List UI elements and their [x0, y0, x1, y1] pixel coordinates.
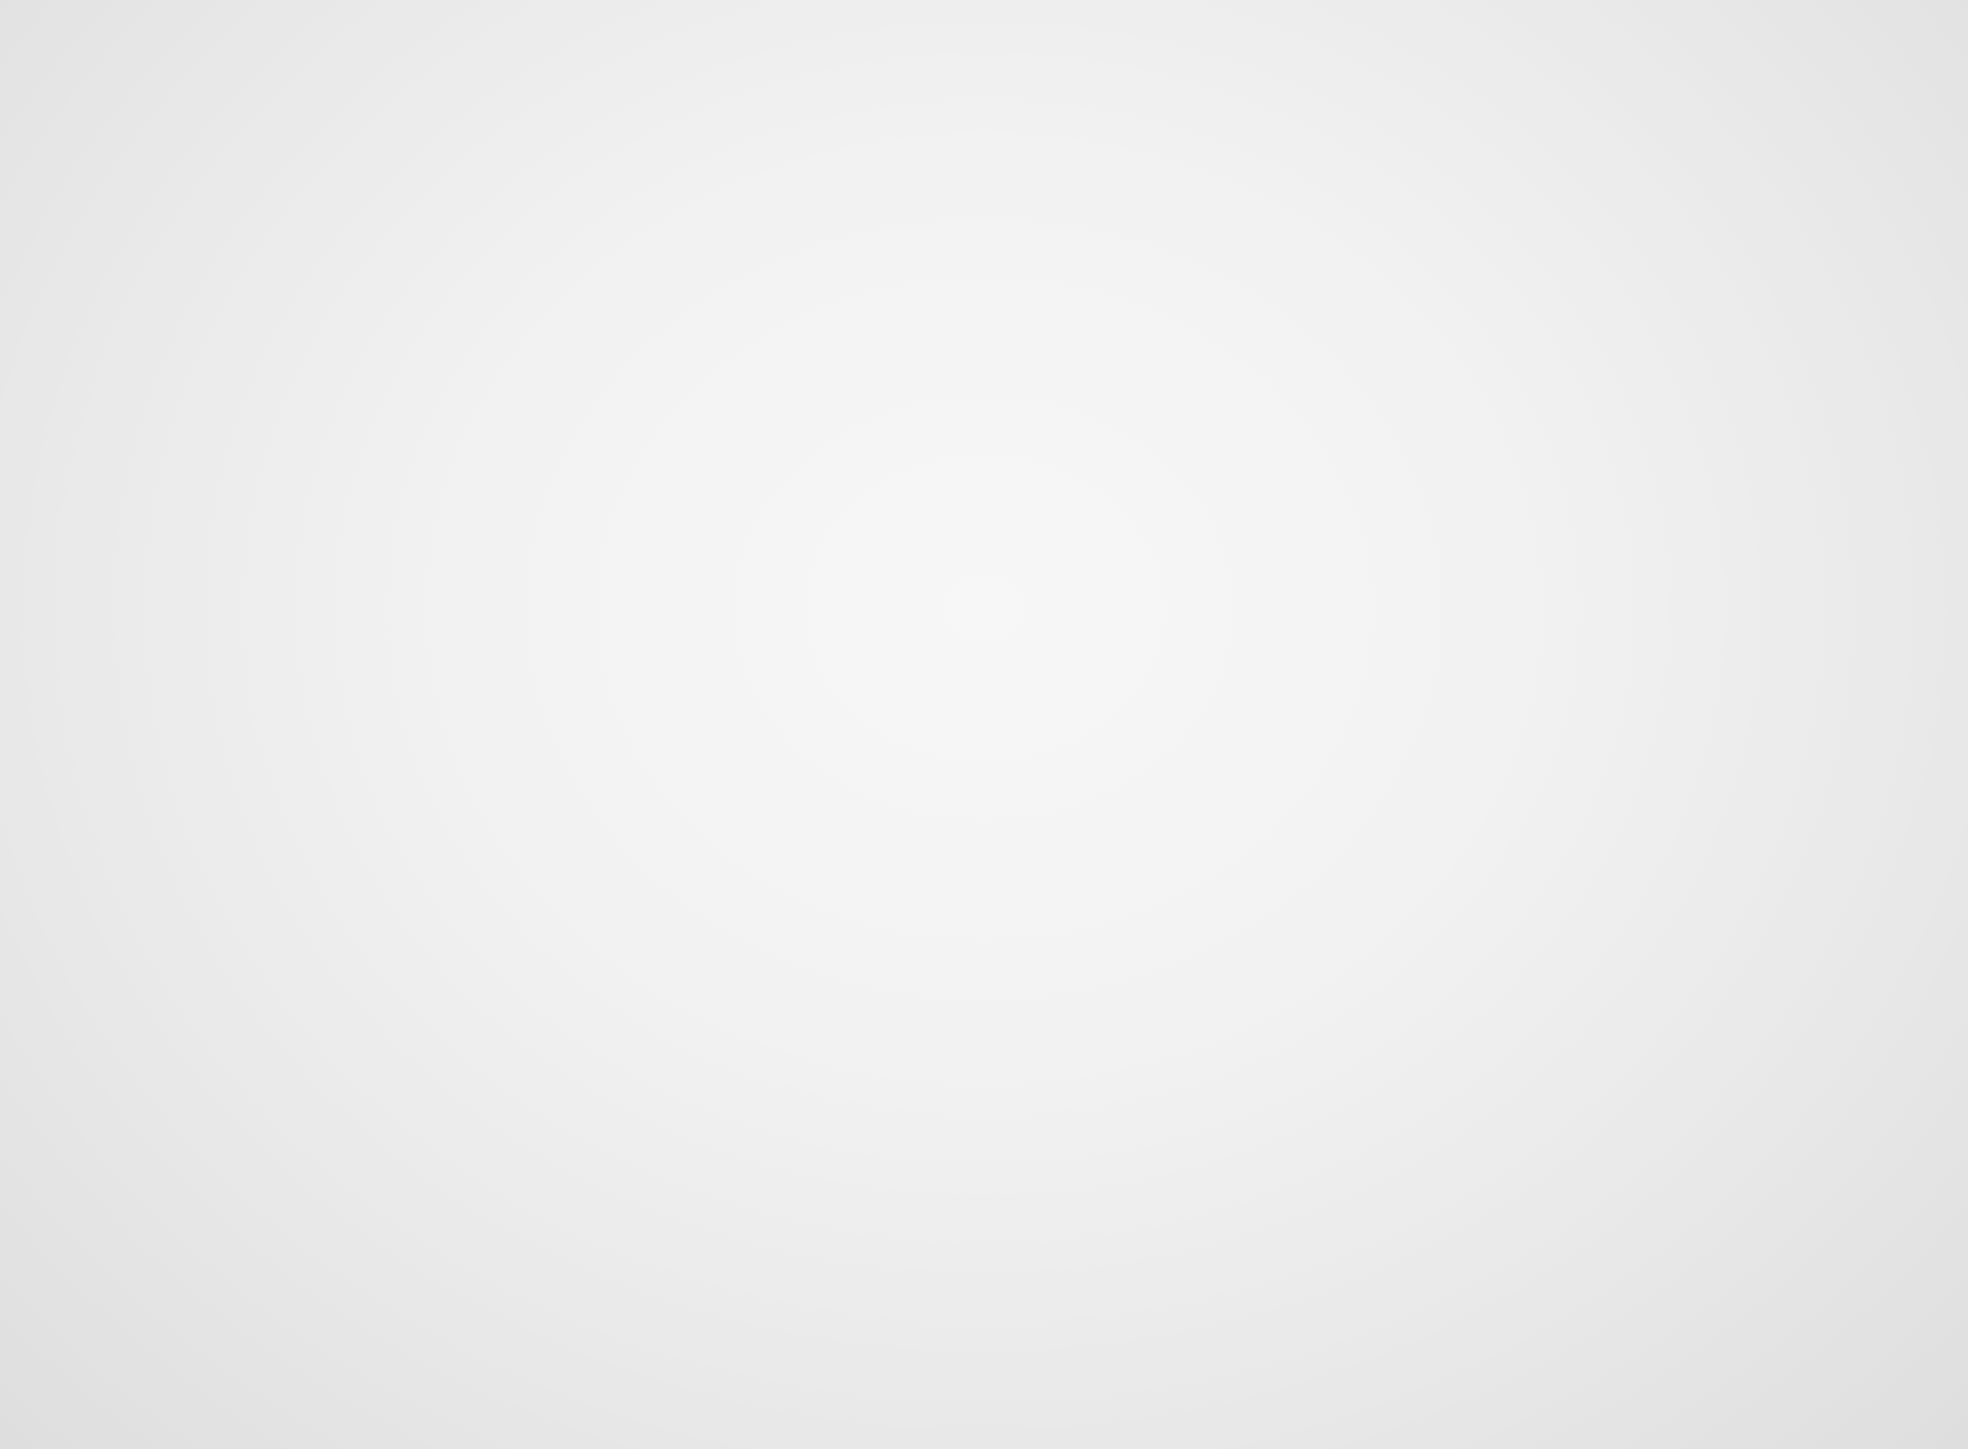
slide-canvas	[0, 0, 1968, 1449]
title-block	[0, 0, 1860, 18]
process-chevron-row	[40, 222, 1930, 408]
stage-card-columns	[40, 424, 1930, 1434]
